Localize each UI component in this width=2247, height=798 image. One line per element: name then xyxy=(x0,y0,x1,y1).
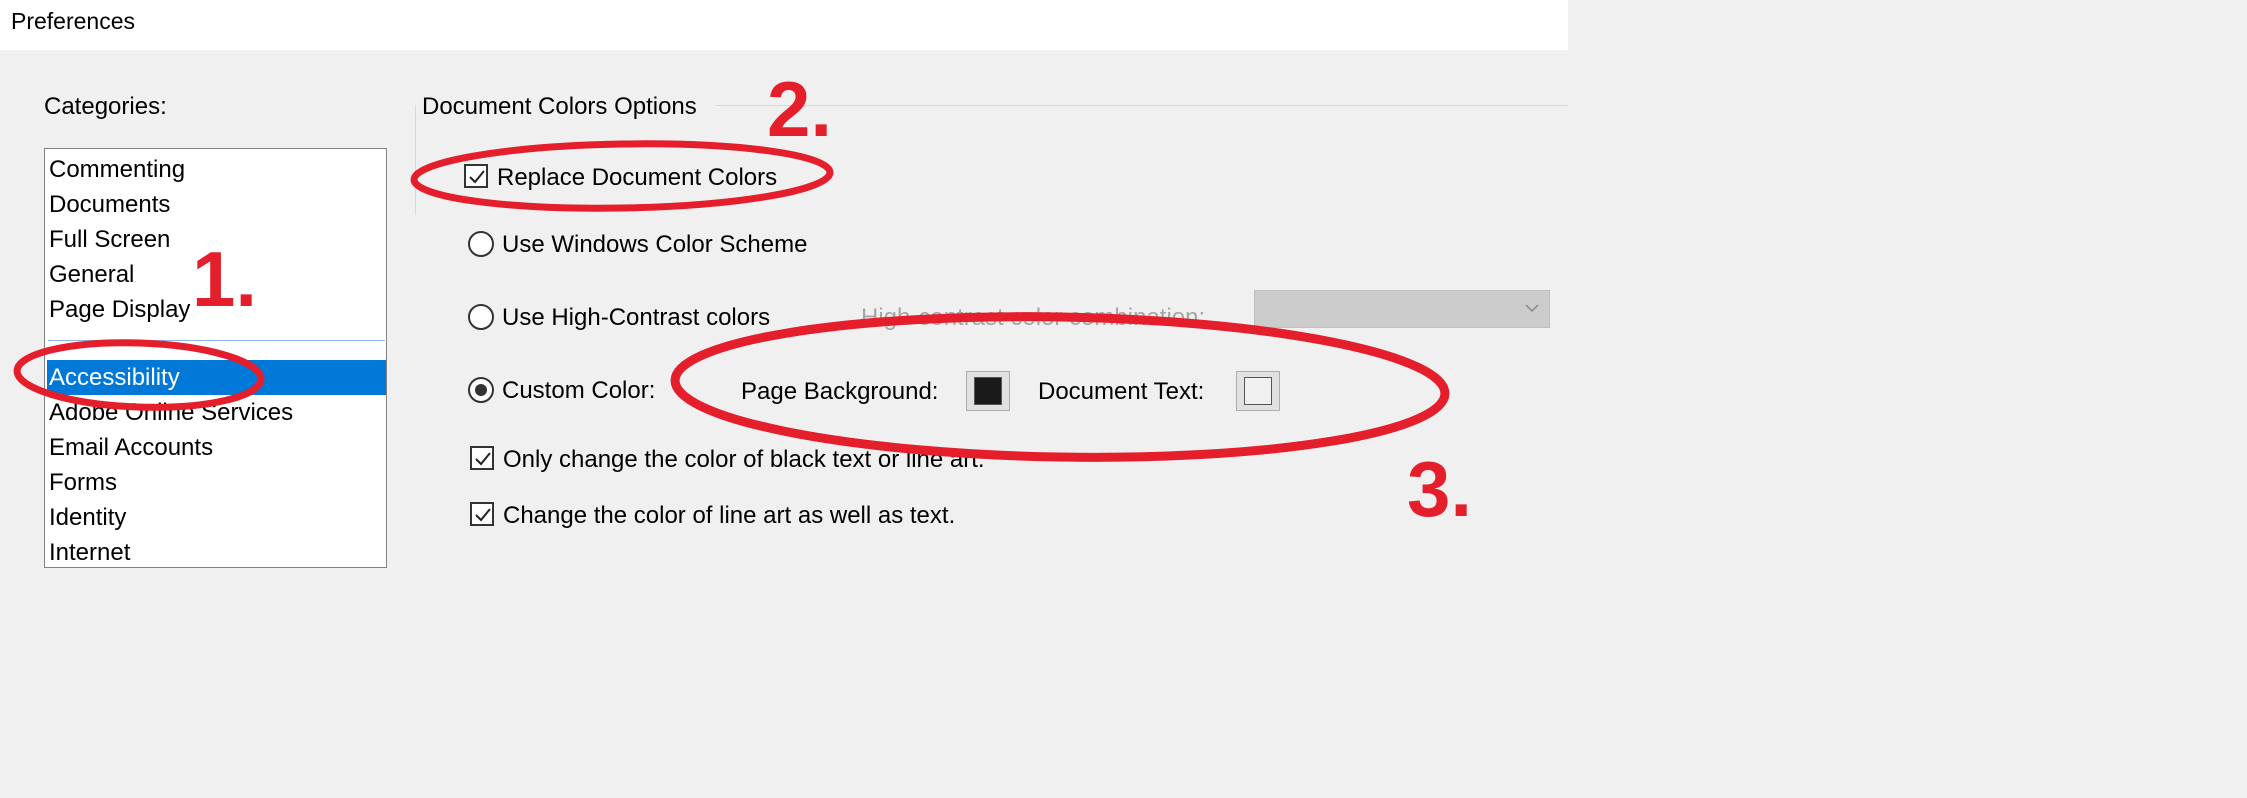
checkmark-icon xyxy=(475,508,491,522)
windows-scheme-label[interactable]: Use Windows Color Scheme xyxy=(502,231,807,259)
windows-scheme-radio[interactable] xyxy=(468,231,494,257)
annotation-step-3: 3. xyxy=(1407,445,1473,533)
document-text-color-button[interactable] xyxy=(1236,371,1280,411)
list-item-documents[interactable]: Documents xyxy=(47,187,386,222)
line-art-checkbox[interactable] xyxy=(470,502,494,526)
list-item-accessibility[interactable]: Accessibility xyxy=(47,360,386,395)
only-black-text-label[interactable]: Only change the color of black text or l… xyxy=(503,446,985,474)
group-title: Document Colors Options xyxy=(422,93,697,120)
high-contrast-radio[interactable] xyxy=(468,304,494,330)
high-contrast-combo-dropdown[interactable] xyxy=(1254,290,1550,328)
categories-label: Categories: xyxy=(44,93,167,120)
document-text-swatch xyxy=(1244,377,1272,405)
custom-color-label[interactable]: Custom Color: xyxy=(502,377,655,405)
high-contrast-label[interactable]: Use High-Contrast colors xyxy=(502,304,770,332)
list-item-identity[interactable]: Identity xyxy=(47,500,386,535)
list-item-commenting[interactable]: Commenting xyxy=(47,152,386,187)
radio-selected-dot xyxy=(475,384,487,396)
annotation-step-1: 1. xyxy=(192,235,258,323)
page-background-label: Page Background: xyxy=(741,378,939,405)
replace-colors-label[interactable]: Replace Document Colors xyxy=(497,164,777,192)
chevron-down-icon xyxy=(1525,304,1539,313)
title-bar: Preferences xyxy=(0,0,1568,50)
list-item-email-accounts[interactable]: Email Accounts xyxy=(47,430,386,465)
only-black-text-checkbox[interactable] xyxy=(470,446,494,470)
list-item-forms[interactable]: Forms xyxy=(47,465,386,500)
categories-list[interactable]: Commenting Documents Full Screen General… xyxy=(44,148,387,568)
high-contrast-combo-label: High-contrast color combination: xyxy=(861,304,1206,331)
replace-colors-checkbox[interactable] xyxy=(464,164,488,188)
checkmark-icon xyxy=(475,452,491,466)
list-item-adobe-online-services[interactable]: Adobe Online Services xyxy=(47,395,386,430)
window-title: Preferences xyxy=(11,8,136,34)
list-item-internet[interactable]: Internet xyxy=(47,535,386,567)
annotation-step-2: 2. xyxy=(767,65,833,153)
group-border-left xyxy=(415,105,416,215)
document-text-label: Document Text: xyxy=(1038,378,1205,405)
line-art-label[interactable]: Change the color of line art as well as … xyxy=(503,502,955,530)
custom-color-radio[interactable] xyxy=(468,377,494,403)
page-background-swatch xyxy=(974,377,1002,405)
page-background-color-button[interactable] xyxy=(966,371,1010,411)
list-separator xyxy=(48,340,385,341)
checkmark-icon xyxy=(469,170,485,184)
group-border-top xyxy=(716,105,1568,106)
